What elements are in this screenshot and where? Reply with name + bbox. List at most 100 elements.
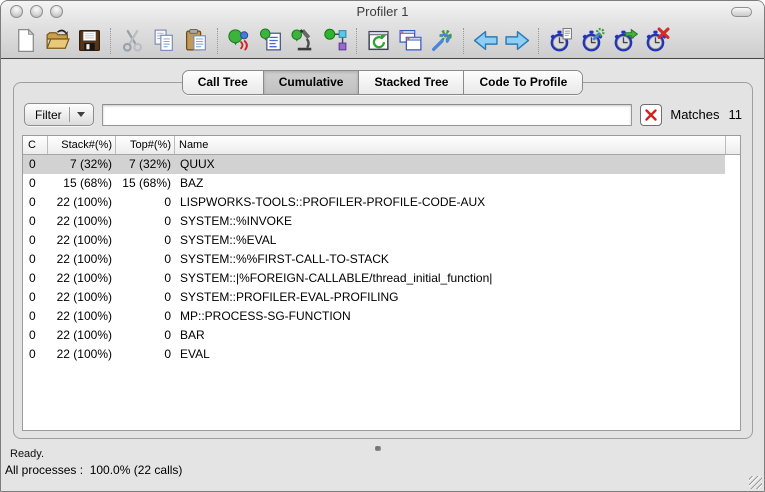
matches-label: Matches <box>670 107 720 122</box>
filter-menu-button[interactable]: Filter <box>24 103 94 126</box>
stopwatch-report-icon <box>549 28 572 53</box>
cell-top: 0 <box>164 252 171 266</box>
reset-profiling-button[interactable] <box>641 25 671 56</box>
cell-stack: 22 (100%) <box>56 233 112 247</box>
preferences-gear-wrench-icon <box>431 29 452 51</box>
toolbar-toggle-button[interactable] <box>731 7 752 17</box>
cell-stack: 22 (100%) <box>56 271 112 285</box>
open-file-button[interactable] <box>42 25 72 56</box>
tab-code-to-profile[interactable]: Code To Profile <box>463 71 583 94</box>
cell-name: BAZ <box>180 176 204 190</box>
cell-top: 0 <box>164 347 171 361</box>
cell-top: 0 <box>164 290 171 304</box>
cut-button[interactable] <box>117 25 147 56</box>
table-row[interactable]: 0 22 (100%) 0 SYSTEM::PROFILER-EVAL-PROFILI… <box>23 288 725 307</box>
results-table: C Stack#(%) Top#(%) Name 0 7 (32%) 7 (32%)… <box>22 135 741 431</box>
cell-name: LISPWORKS-TOOLS::PROFILER-PROFILE-CODE-A… <box>180 195 486 209</box>
table-row[interactable]: 0 22 (100%) 0 BAR <box>23 326 725 345</box>
listener-button[interactable] <box>224 25 254 56</box>
resize-grip[interactable] <box>749 476 762 489</box>
matches-readout: Matches 11 <box>670 107 744 122</box>
tab-stacked-tree[interactable]: Stacked Tree <box>358 71 464 94</box>
back-arrow-icon <box>473 30 498 51</box>
cell-stack: 22 (100%) <box>56 214 112 228</box>
profiler-setup-button[interactable] <box>577 25 607 56</box>
dropdown-arrow-icon <box>76 112 85 117</box>
profile-report-button[interactable] <box>545 25 575 56</box>
cell-stack: 15 (68%) <box>63 176 112 190</box>
cell-top: 0 <box>164 309 171 323</box>
column-header-stack[interactable]: Stack#(%) <box>48 136 116 154</box>
cell-c: 0 <box>29 347 36 361</box>
paste-button[interactable] <box>181 25 211 56</box>
window-title: Profiler 1 <box>356 4 409 19</box>
filter-button-label: Filter <box>35 107 62 122</box>
table-row[interactable]: 0 22 (100%) 0 SYSTEM::%%FIRST-CALL-TO-STACK <box>23 250 725 269</box>
inspector-button[interactable] <box>288 25 318 56</box>
filter-input[interactable] <box>101 103 633 126</box>
cell-name: MP::PROCESS-SG-FUNCTION <box>180 309 351 323</box>
cell-stack: 22 (100%) <box>56 252 112 266</box>
cell-stack: 22 (100%) <box>56 290 112 304</box>
cell-name: SYSTEM::%INVOKE <box>180 214 293 228</box>
cell-name: SYSTEM::%EVAL <box>180 233 277 247</box>
tab-call-tree[interactable]: Call Tree <box>182 71 263 94</box>
start-profiling-button[interactable] <box>609 25 639 56</box>
cut-scissors-icon <box>122 30 142 52</box>
table-row[interactable]: 0 22 (100%) 0 SYSTEM::%EVAL <box>23 231 725 250</box>
table-row[interactable]: 0 22 (100%) 0 EVAL <box>23 345 725 364</box>
table-row[interactable]: 0 7 (32%) 7 (32%) QUUX <box>23 155 725 174</box>
history-back-button[interactable] <box>470 25 500 56</box>
status-processes: All processes : 100.0% (22 calls) <box>5 463 183 477</box>
editor-icon <box>259 28 281 51</box>
results-groupbox: Filter Matches 11 C Stack#(%) Top#(%) Na… <box>13 82 753 439</box>
cell-top: 0 <box>164 195 171 209</box>
view-tabs: Call Tree Cumulative Stacked Tree Code T… <box>1 70 764 95</box>
table-row[interactable]: 0 22 (100%) 0 SYSTEM::|%FOREIGN-CALLABLE/th… <box>23 269 725 288</box>
column-header-name[interactable]: Name <box>175 136 726 154</box>
editor-button[interactable] <box>256 25 286 56</box>
profiler-window: Profiler 1 Call Tree Cumulative Stacked … <box>0 0 765 492</box>
cell-stack: 22 (100%) <box>56 195 112 209</box>
clear-filter-button[interactable] <box>640 103 663 126</box>
filter-button-divider <box>68 107 70 122</box>
clone-window-icon <box>398 30 422 51</box>
stopwatch-setup-icon <box>581 27 605 53</box>
table-row[interactable]: 0 15 (68%) 15 (68%) BAZ <box>23 174 725 193</box>
column-header-c[interactable]: C <box>23 136 48 154</box>
cell-c: 0 <box>29 157 36 171</box>
column-header-top[interactable]: Top#(%) <box>116 136 175 154</box>
paste-clipboard-icon <box>185 29 206 51</box>
cell-name: QUUX <box>180 157 215 171</box>
table-row[interactable]: 0 22 (100%) 0 LISPWORKS-TOOLS::PROFILER-PRO… <box>23 193 725 212</box>
preferences-button[interactable] <box>427 25 457 56</box>
splitter-grip[interactable] <box>375 446 381 451</box>
cell-c: 0 <box>29 290 36 304</box>
titlebar[interactable]: Profiler 1 <box>1 1 764 23</box>
cell-c: 0 <box>29 252 36 266</box>
cell-c: 0 <box>29 233 36 247</box>
save-button[interactable] <box>74 25 104 56</box>
cell-c: 0 <box>29 195 36 209</box>
table-row[interactable]: 0 22 (100%) 0 SYSTEM::%INVOKE <box>23 212 725 231</box>
cell-stack: 7 (32%) <box>69 157 112 171</box>
history-forward-button[interactable] <box>502 25 532 56</box>
new-document-button[interactable] <box>10 25 40 56</box>
table-row[interactable]: 0 22 (100%) 0 MP::PROCESS-SG-FUNCTION <box>23 307 725 326</box>
stopwatch-reset-icon <box>645 27 669 53</box>
class-browser-button[interactable] <box>320 25 350 56</box>
stopwatch-start-icon <box>613 28 638 53</box>
clone-window-button[interactable] <box>395 25 425 56</box>
cell-name: SYSTEM::PROFILER-EVAL-PROFILING <box>180 290 399 304</box>
cell-name: SYSTEM::%%FIRST-CALL-TO-STACK <box>180 252 389 266</box>
copy-button[interactable] <box>149 25 179 56</box>
cell-top: 0 <box>164 214 171 228</box>
refresh-button[interactable] <box>363 25 393 56</box>
filter-row: Filter Matches 11 <box>24 103 744 126</box>
tab-cumulative[interactable]: Cumulative <box>262 71 359 94</box>
inspector-microscope-icon <box>290 29 311 51</box>
cell-top: 0 <box>164 233 171 247</box>
copy-icon <box>154 29 173 51</box>
tab-segmented-control: Call Tree Cumulative Stacked Tree Code T… <box>181 70 584 95</box>
open-folder-icon <box>45 29 70 49</box>
